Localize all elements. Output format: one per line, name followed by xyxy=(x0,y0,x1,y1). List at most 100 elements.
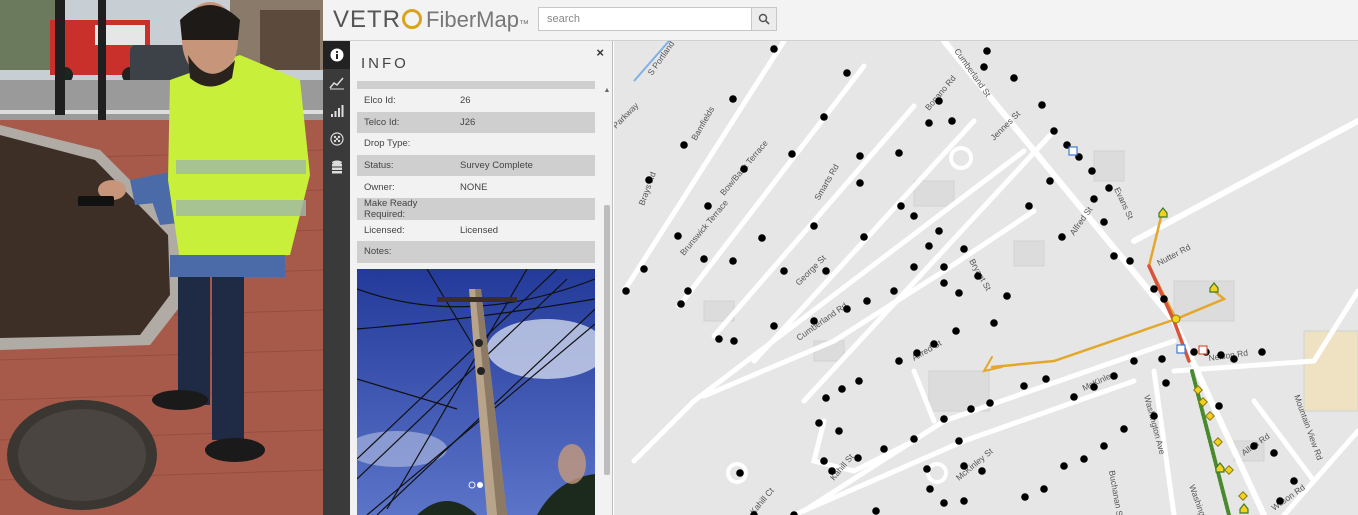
pole-marker[interactable] xyxy=(715,335,723,343)
pole-marker[interactable] xyxy=(983,47,991,55)
scroll-thumb[interactable] xyxy=(604,205,610,475)
pole-marker[interactable] xyxy=(986,399,994,407)
pole-marker[interactable] xyxy=(820,457,828,465)
pole-marker[interactable] xyxy=(788,150,796,158)
fiber-map[interactable]: S Portland Green Parkway Brays Rd Bamfie… xyxy=(614,41,1358,515)
pole-marker[interactable] xyxy=(974,272,982,280)
pole-marker[interactable] xyxy=(1070,393,1078,401)
pole-marker[interactable] xyxy=(948,117,956,125)
pole-marker[interactable] xyxy=(967,405,975,413)
pole-marker[interactable] xyxy=(880,445,888,453)
network-node[interactable] xyxy=(1171,314,1181,324)
pole-marker[interactable] xyxy=(1038,101,1046,109)
pole-marker[interactable] xyxy=(960,462,968,470)
pole-marker[interactable] xyxy=(940,499,948,507)
pole-marker[interactable] xyxy=(704,202,712,210)
pole-marker[interactable] xyxy=(770,45,778,53)
pole-marker[interactable] xyxy=(1010,74,1018,82)
pole-marker[interactable] xyxy=(1130,357,1138,365)
pole-marker[interactable] xyxy=(1058,233,1066,241)
pole-marker[interactable] xyxy=(680,141,688,149)
pole-marker[interactable] xyxy=(1110,252,1118,260)
pole-marker[interactable] xyxy=(1158,355,1166,363)
cable-tab-button[interactable] xyxy=(323,125,350,153)
search-button[interactable] xyxy=(751,7,777,31)
vetro-fibermap-logo[interactable]: VETR FiberMap ™ xyxy=(333,6,529,34)
pole-marker[interactable] xyxy=(810,317,818,325)
pole-marker[interactable] xyxy=(1021,493,1029,501)
pole-marker[interactable] xyxy=(838,385,846,393)
pole-marker[interactable] xyxy=(952,327,960,335)
pole-marker[interactable] xyxy=(940,415,948,423)
pole-marker[interactable] xyxy=(1150,285,1158,293)
pole-marker[interactable] xyxy=(843,305,851,313)
splice-marker-icon[interactable] xyxy=(1198,345,1208,355)
scroll-up-arrow-icon[interactable]: ▲ xyxy=(603,87,611,95)
pole-marker[interactable] xyxy=(729,95,737,103)
pole-marker[interactable] xyxy=(1250,442,1258,450)
close-icon[interactable]: × xyxy=(596,45,604,60)
pole-marker[interactable] xyxy=(843,69,851,77)
pole-marker[interactable] xyxy=(935,227,943,235)
pole-marker[interactable] xyxy=(1217,351,1225,359)
pole-marker[interactable] xyxy=(828,467,836,475)
pole-marker[interactable] xyxy=(980,63,988,71)
pole-marker[interactable] xyxy=(780,267,788,275)
pole-marker[interactable] xyxy=(1290,477,1298,485)
pole-marker[interactable] xyxy=(770,322,778,330)
pole-marker[interactable] xyxy=(960,497,968,505)
pole-marker[interactable] xyxy=(1162,379,1170,387)
pole-marker[interactable] xyxy=(890,287,898,295)
pole-marker[interactable] xyxy=(700,255,708,263)
pole-marker[interactable] xyxy=(930,340,938,348)
pole-marker[interactable] xyxy=(940,279,948,287)
pole-marker[interactable] xyxy=(1025,202,1033,210)
pole-marker[interactable] xyxy=(1100,442,1108,450)
pole-marker[interactable] xyxy=(1050,127,1058,135)
pole-marker[interactable] xyxy=(1258,348,1266,356)
pole-marker[interactable] xyxy=(863,297,871,305)
pole-marker[interactable] xyxy=(815,419,823,427)
pole-marker[interactable] xyxy=(1090,195,1098,203)
pole-marker[interactable] xyxy=(1046,177,1054,185)
database-tab-button[interactable] xyxy=(323,153,350,181)
pole-marker[interactable] xyxy=(1215,402,1223,410)
pole-marker[interactable] xyxy=(940,263,948,271)
pole-marker[interactable] xyxy=(1230,355,1238,363)
pole-marker[interactable] xyxy=(955,289,963,297)
splice-marker-icon[interactable] xyxy=(1068,146,1078,156)
pole-marker[interactable] xyxy=(740,165,748,173)
pole-marker[interactable] xyxy=(923,465,931,473)
pole-marker[interactable] xyxy=(860,233,868,241)
pole-marker[interactable] xyxy=(822,394,830,402)
pole-marker[interactable] xyxy=(810,222,818,230)
pole-marker[interactable] xyxy=(990,319,998,327)
pole-marker[interactable] xyxy=(684,287,692,295)
pole-marker[interactable] xyxy=(674,232,682,240)
pole-marker[interactable] xyxy=(730,337,738,345)
pole-marker[interactable] xyxy=(736,469,744,477)
pole-marker[interactable] xyxy=(1270,449,1278,457)
signal-tab-button[interactable] xyxy=(323,97,350,125)
pole-marker[interactable] xyxy=(622,287,630,295)
pole-marker[interactable] xyxy=(1100,218,1108,226)
pole-marker[interactable] xyxy=(910,435,918,443)
pole-marker[interactable] xyxy=(1120,425,1128,433)
pole-marker[interactable] xyxy=(645,176,653,184)
pole-marker[interactable] xyxy=(910,212,918,220)
pole-marker[interactable] xyxy=(822,267,830,275)
pole-marker[interactable] xyxy=(855,377,863,385)
pole-marker[interactable] xyxy=(1003,292,1011,300)
pole-marker[interactable] xyxy=(960,245,968,253)
map-canvas[interactable]: S Portland Green Parkway Brays Rd Bamfie… xyxy=(614,41,1358,515)
analytics-tab-button[interactable] xyxy=(323,69,350,97)
search-input[interactable] xyxy=(538,7,751,31)
pole-marker[interactable] xyxy=(895,357,903,365)
pole-marker[interactable] xyxy=(1150,412,1158,420)
panel-scrollbar[interactable]: ▲ xyxy=(603,87,611,515)
splice-marker-icon[interactable] xyxy=(1176,344,1186,354)
pole-marker[interactable] xyxy=(1060,462,1068,470)
pole-marker[interactable] xyxy=(640,265,648,273)
pole-marker[interactable] xyxy=(1040,485,1048,493)
carousel-dot-2[interactable] xyxy=(477,482,483,488)
